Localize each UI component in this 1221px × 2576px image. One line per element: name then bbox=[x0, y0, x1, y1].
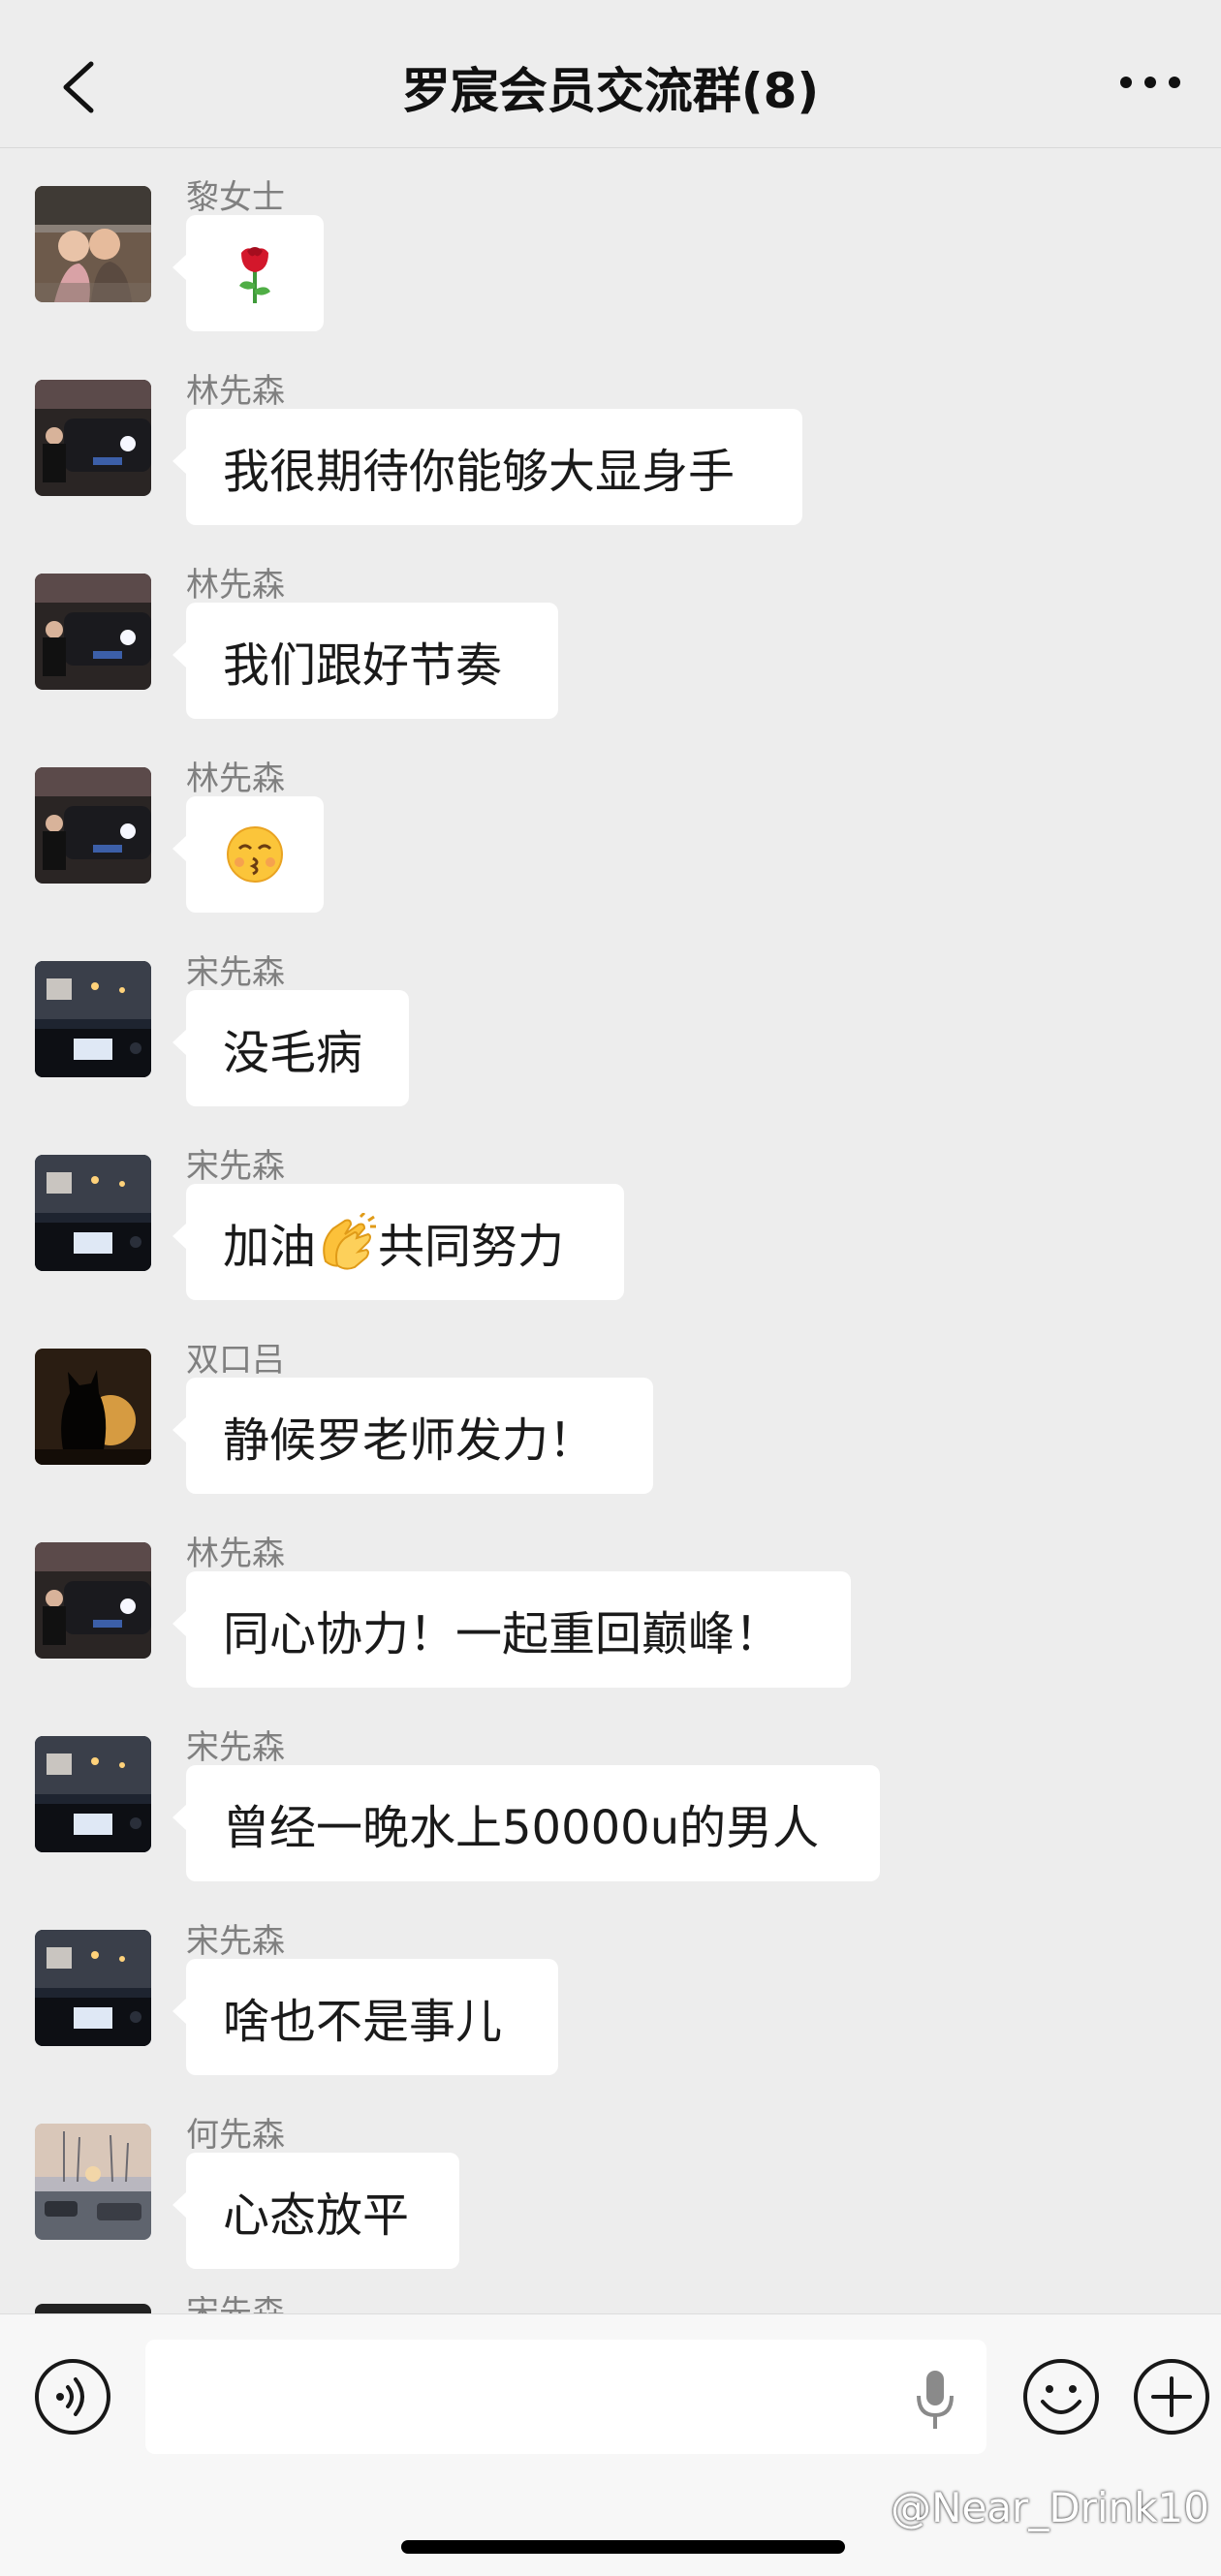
avatar[interactable] bbox=[35, 1736, 151, 1852]
message-bubble[interactable]: 曾经一晚水上50000u的男人 bbox=[172, 1765, 880, 1881]
message-row: 宋先森 啥也不是事儿 bbox=[0, 1891, 1221, 2085]
sender-name: 林先森 bbox=[186, 760, 285, 798]
avatar[interactable] bbox=[35, 186, 151, 302]
avatar bbox=[35, 2304, 151, 2313]
ellipsis-icon[interactable] bbox=[1116, 68, 1184, 97]
message-input[interactable] bbox=[145, 2340, 986, 2454]
rose-icon bbox=[239, 247, 270, 303]
message-bubble[interactable]: 没毛病 bbox=[172, 990, 409, 1106]
message-bubble[interactable]: 我很期待你能够大显身手 bbox=[172, 409, 802, 525]
sender-name: 宋先森 bbox=[186, 2296, 285, 2313]
microphone-icon[interactable] bbox=[911, 2367, 959, 2435]
message-row: 何先森 心态放平 bbox=[0, 2085, 1221, 2279]
message-text: 加油 bbox=[223, 1220, 317, 1274]
sender-name: 何先森 bbox=[186, 2116, 285, 2155]
message-bubble[interactable]: 同心协力！一起重回巅峰！ bbox=[172, 1571, 851, 1688]
message-bubble[interactable]: 啥也不是事儿 bbox=[172, 1959, 558, 2075]
sender-name: 宋先森 bbox=[186, 953, 285, 992]
watermark: @Near_Drink10 bbox=[891, 2484, 1209, 2531]
message-text: 共同努力 bbox=[378, 1220, 565, 1274]
message-row: 黎女士 bbox=[0, 147, 1221, 341]
sender-name: 宋先森 bbox=[186, 1728, 285, 1767]
clapping-hands-icon bbox=[323, 1213, 377, 1270]
avatar[interactable] bbox=[35, 767, 151, 884]
message-bubble[interactable]: 心态放平 bbox=[172, 2153, 459, 2269]
message-bubble[interactable]: 我们跟好节奏 bbox=[172, 603, 558, 719]
message-bubble[interactable] bbox=[172, 796, 324, 913]
message-bubble[interactable]: 加油 共同努力 bbox=[172, 1184, 624, 1300]
plus-icon[interactable] bbox=[1132, 2357, 1211, 2436]
message-list[interactable]: 黎女士 林先森 我很期待你能够大显身手 林先森 我们跟好节奏 林先森 宋先森 没… bbox=[0, 147, 1221, 2312]
message-row: 宋先森 曾经一晚水上50000u的男人 bbox=[0, 1697, 1221, 1891]
avatar[interactable] bbox=[35, 2124, 151, 2240]
avatar[interactable] bbox=[35, 380, 151, 496]
avatar[interactable] bbox=[35, 1930, 151, 2046]
message-row: 林先森 我很期待你能够大显身手 bbox=[0, 341, 1221, 535]
message-row: 林先森 我们跟好节奏 bbox=[0, 535, 1221, 729]
sender-name: 宋先森 bbox=[186, 1147, 285, 1186]
message-row: 宋先森 加油 共同努力 bbox=[0, 1116, 1221, 1310]
sender-name: 双口吕 bbox=[186, 1341, 285, 1380]
sender-name: 黎女士 bbox=[186, 178, 285, 217]
input-bar bbox=[0, 2313, 1221, 2576]
chat-title: 罗宸会员交流群(8) bbox=[401, 63, 820, 119]
avatar[interactable] bbox=[35, 1155, 151, 1271]
voice-mode-icon[interactable] bbox=[33, 2357, 112, 2436]
message-row: 林先森 bbox=[0, 729, 1221, 922]
home-indicator[interactable] bbox=[401, 2540, 845, 2554]
message-row: 宋先森 没毛病 bbox=[0, 922, 1221, 1116]
kissing-face-icon bbox=[227, 826, 283, 883]
message-row: 双口吕 静候罗老师发力！ bbox=[0, 1310, 1221, 1504]
avatar[interactable] bbox=[35, 574, 151, 690]
sender-name: 林先森 bbox=[186, 372, 285, 411]
sender-name: 林先森 bbox=[186, 1535, 285, 1573]
emoji-icon[interactable] bbox=[1021, 2357, 1101, 2436]
sender-name: 林先森 bbox=[186, 566, 285, 605]
avatar[interactable] bbox=[35, 1542, 151, 1659]
avatar[interactable] bbox=[35, 961, 151, 1077]
avatar[interactable] bbox=[35, 1349, 151, 1465]
chat-header: 罗宸会员交流群(8) bbox=[0, 0, 1221, 148]
message-bubble[interactable] bbox=[172, 215, 324, 331]
sender-name: 宋先森 bbox=[186, 1922, 285, 1961]
message-bubble[interactable]: 静候罗老师发力！ bbox=[172, 1378, 653, 1494]
message-row: 林先森 同心协力！一起重回巅峰！ bbox=[0, 1504, 1221, 1697]
